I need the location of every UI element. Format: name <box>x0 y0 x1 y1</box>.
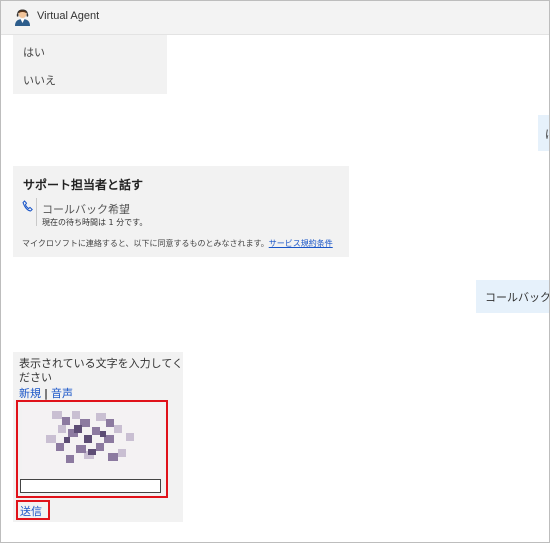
chat-title: Virtual Agent <box>37 10 100 22</box>
option-no[interactable]: いいえ <box>23 72 56 88</box>
captcha-pixel-image <box>46 411 134 463</box>
terms-link[interactable]: サービス規約条件 <box>269 239 333 248</box>
consent-message: マイクロソフトに連絡すると、以下に同意するものとみなされます。 <box>22 239 269 248</box>
captcha-input[interactable] <box>20 479 161 493</box>
phone-icon <box>22 200 33 212</box>
consent-text: マイクロソフトに連絡すると、以下に同意するものとみなされます。サービス規約条件 <box>22 238 333 249</box>
submit-button[interactable]: 送信 <box>20 503 42 519</box>
user-callback-bubble: コールバック希望 <box>476 280 550 313</box>
wait-time-text: 現在の待ち時間は 1 分です。 <box>42 218 148 227</box>
link-separator: | <box>44 387 49 400</box>
captcha-links: 新規 | 音声 <box>19 385 73 401</box>
callback-request-button[interactable]: コールバック希望 <box>42 201 130 217</box>
option-yes[interactable]: はい <box>23 44 45 60</box>
audio-captcha-link[interactable]: 音声 <box>51 387 73 400</box>
user-message-text: は <box>545 126 549 142</box>
submit-highlight-box: 送信 <box>16 500 50 520</box>
card-title: サポート担当者と話す <box>23 178 144 192</box>
support-card: サポート担当者と話す コールバック希望 現在の待ち時間は 1 分です。 マイクロ… <box>13 166 349 257</box>
captcha-card: 表示されている文字を入力してください 新規 | 音声 送信 <box>13 352 183 522</box>
captcha-image <box>22 405 162 469</box>
captcha-prompt: 表示されている文字を入力してください <box>19 357 184 384</box>
user-message-bubble: は <box>538 115 549 151</box>
chat-header: Virtual Agent <box>1 1 549 35</box>
card-divider <box>36 198 37 226</box>
agent-avatar-icon <box>15 9 30 26</box>
user-callback-text: コールバック希望 <box>485 291 550 304</box>
options-bubble: はい いいえ <box>13 35 167 94</box>
captcha-highlight-box <box>16 400 168 498</box>
virtual-agent-window: Virtual Agent はい いいえ は サポート担当者と話す コールバック… <box>0 0 550 543</box>
new-captcha-link[interactable]: 新規 <box>19 387 41 400</box>
